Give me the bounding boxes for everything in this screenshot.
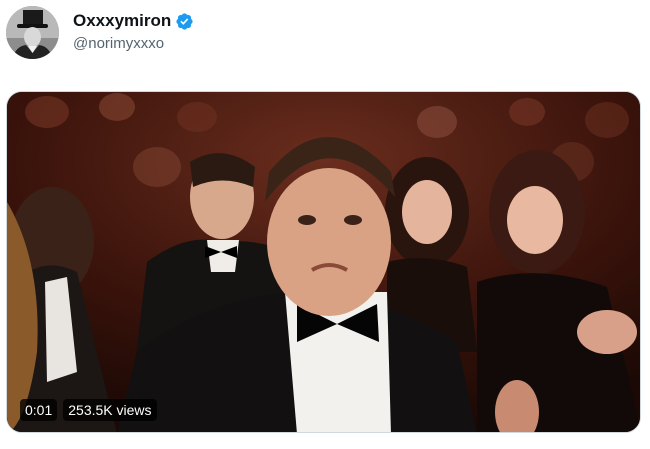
video-player[interactable]: 0:01 253.5K views [6,91,641,433]
tweet: Oxxxymiron @norimyxxxo 0:01 253.5K views [0,0,650,449]
verified-badge-icon [175,12,194,31]
author-handle[interactable]: @norimyxxxo [73,35,164,52]
video-view-count: 253.5K views [63,399,157,421]
author-avatar[interactable] [6,6,59,59]
author-name-row: Oxxxymiron [73,11,194,31]
video-timestamp: 0:01 [20,399,58,421]
avatar-photo-icon [6,6,59,59]
video-overlay: 0:01 253.5K views [20,399,157,421]
video-frame-icon [7,92,640,432]
author-display-name[interactable]: Oxxxymiron [73,11,171,31]
